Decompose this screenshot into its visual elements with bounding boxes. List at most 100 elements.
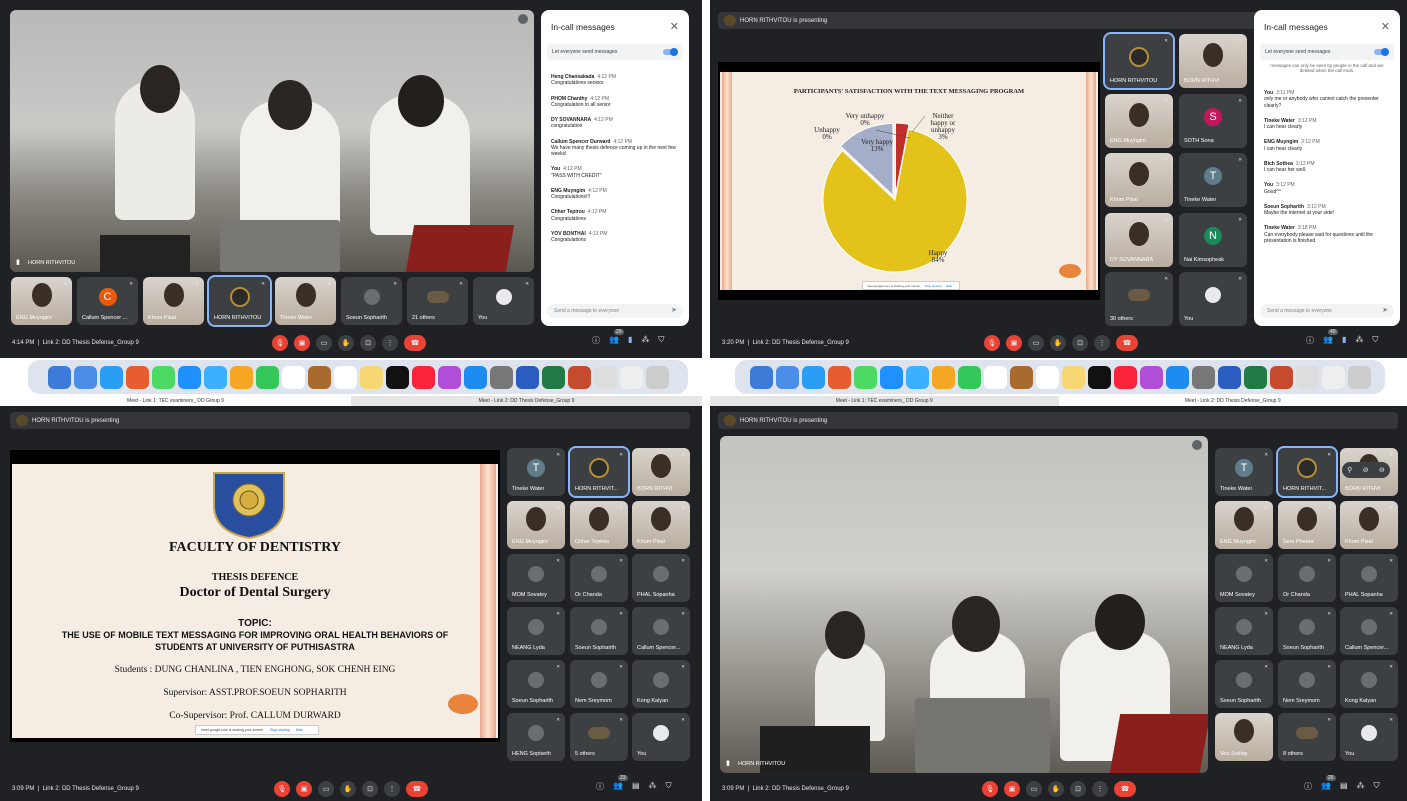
- allow-messages-toggle[interactable]: Let everyone send messages: [547, 44, 683, 60]
- participant-tile[interactable]: C ✕ Callum Spencer ...: [77, 277, 138, 325]
- participant-tile[interactable]: ✕ Soeun Sopharith: [1215, 660, 1273, 708]
- participant-tile[interactable]: ✕ You: [1179, 272, 1247, 326]
- dock-app-icon[interactable]: [749, 365, 773, 389]
- dock-app-icon[interactable]: [1321, 365, 1345, 389]
- tab-link-2[interactable]: Meet - Link 2: DD Thesis Defense_Group 9: [351, 396, 702, 406]
- participant-tile[interactable]: T ✕ Tineke Water: [1215, 448, 1273, 496]
- participant-tile[interactable]: ✕ Chher Tepirou: [570, 501, 628, 549]
- participant-tile[interactable]: ✕ BORN RITHVI: [1179, 34, 1247, 88]
- message-input[interactable]: Send a message to everyone ➤: [1260, 304, 1394, 318]
- tab-link-2[interactable]: Meet - Link 2: DD Thesis Defense_Group 9: [1058, 396, 1407, 406]
- dock-app-icon[interactable]: [203, 365, 227, 389]
- leave-call-button[interactable]: ☎: [1116, 335, 1138, 351]
- mic-off-button[interactable]: 🎙: [274, 781, 290, 797]
- participant-tile[interactable]: ✕ Kong Kalyan: [1340, 660, 1398, 708]
- participant-tile[interactable]: ✕ You: [632, 713, 690, 761]
- participant-tile[interactable]: ✕ Vou Soklay: [1215, 713, 1273, 761]
- dock-app-icon[interactable]: [593, 365, 617, 389]
- participant-tile[interactable]: ✕ Soeun Sopharith: [341, 277, 402, 325]
- participant-tile[interactable]: ✕ Khom Pisal: [632, 501, 690, 549]
- participant-tile[interactable]: ✕ You: [1340, 713, 1398, 761]
- dock-app-icon[interactable]: [931, 365, 955, 389]
- participant-tile[interactable]: ✕ Or Chanda: [1278, 554, 1336, 602]
- camera-off-button[interactable]: ▣: [1004, 781, 1020, 797]
- more-options-button[interactable]: ⋮: [1094, 335, 1110, 351]
- more-options-button[interactable]: ⋮: [384, 781, 400, 797]
- participant-tile[interactable]: ✕ 21 others: [407, 277, 468, 325]
- dock-app-icon[interactable]: [853, 365, 877, 389]
- hide-button[interactable]: Hide: [946, 284, 952, 288]
- send-icon[interactable]: ➤: [671, 306, 677, 314]
- present-button[interactable]: ⊡: [360, 335, 376, 351]
- raise-hand-button[interactable]: ✋: [1050, 335, 1066, 351]
- camera-off-button[interactable]: ▣: [1006, 335, 1022, 351]
- dock-app-icon[interactable]: [541, 365, 565, 389]
- participant-tile[interactable]: ✕ HORN RITHVIT...: [568, 446, 630, 498]
- leave-call-button[interactable]: ☎: [406, 781, 428, 797]
- participant-tile[interactable]: ✕ Khom Pisal: [143, 277, 204, 325]
- participant-tile[interactable]: ✕ Nem Sreymom: [570, 660, 628, 708]
- participant-tile[interactable]: ✕ Tineke Water: [275, 277, 336, 325]
- dock-app-icon[interactable]: [905, 365, 929, 389]
- toggle-switch-icon[interactable]: [1374, 48, 1389, 56]
- dock-app-icon[interactable]: [1191, 365, 1215, 389]
- more-options-button[interactable]: ⋮: [1092, 781, 1108, 797]
- participant-tile[interactable]: ✕ BORN RITHVI: [632, 448, 690, 496]
- captions-button[interactable]: ▭: [318, 781, 334, 797]
- dock-app-icon[interactable]: [333, 365, 357, 389]
- raise-hand-button[interactable]: ✋: [340, 781, 356, 797]
- tab-link-1[interactable]: Meet - Link 1: TEC examiners_ DD Group 9: [0, 396, 351, 406]
- captions-button[interactable]: ▭: [316, 335, 332, 351]
- remove-icon[interactable]: ⊖: [1379, 466, 1385, 474]
- mute-icon[interactable]: ⊘: [1363, 466, 1369, 474]
- info-icon[interactable]: ⓘ: [1304, 781, 1312, 792]
- hide-button[interactable]: Hide: [296, 728, 303, 732]
- participant-tile[interactable]: ✕ MOM Sovatey: [1215, 554, 1273, 602]
- leave-call-button[interactable]: ☎: [1114, 781, 1136, 797]
- dock-app-icon[interactable]: [1217, 365, 1241, 389]
- participant-tile[interactable]: ✕ Sem Pheara: [1278, 501, 1336, 549]
- host-controls-icon[interactable]: ⛉: [658, 335, 664, 346]
- dock-app-icon[interactable]: [307, 365, 331, 389]
- chat-icon[interactable]: ▤: [632, 781, 640, 792]
- activities-icon[interactable]: ⁂: [649, 781, 657, 792]
- people-icon[interactable]: 👥 29: [609, 329, 624, 346]
- participant-tile[interactable]: ✕ You: [473, 277, 534, 325]
- activities-icon[interactable]: ⁂: [1357, 781, 1365, 792]
- participant-tile[interactable]: ✕ 5 others: [570, 713, 628, 761]
- participant-tile[interactable]: T ✕ Tineke Water: [1179, 153, 1247, 207]
- dock-app-icon[interactable]: [1269, 365, 1293, 389]
- camera-off-button[interactable]: ▣: [294, 335, 310, 351]
- close-icon[interactable]: ✕: [1381, 20, 1390, 33]
- tab-link-1[interactable]: Meet - Link 1: TEC examiners_ DD Group 9: [710, 396, 1059, 406]
- dock-app-icon[interactable]: [47, 365, 71, 389]
- mic-off-button[interactable]: 🎙: [982, 781, 998, 797]
- people-icon[interactable]: 👥 40: [1323, 329, 1338, 346]
- participant-tile[interactable]: ✕ NEANG Lyda: [1215, 607, 1273, 655]
- dock-app-icon[interactable]: [645, 365, 669, 389]
- participant-tile[interactable]: ✕ ENG Muyngim: [11, 277, 72, 325]
- dock-app-icon[interactable]: [1035, 365, 1059, 389]
- host-controls-icon[interactable]: ⛉: [1374, 781, 1380, 792]
- chat-icon[interactable]: ▮: [1342, 335, 1346, 346]
- host-controls-icon[interactable]: ⛉: [1372, 335, 1378, 346]
- dock-app-icon[interactable]: [177, 365, 201, 389]
- present-button[interactable]: ⊡: [362, 781, 378, 797]
- participant-tile[interactable]: T ✕ Tineke Water: [507, 448, 565, 496]
- info-icon[interactable]: ⓘ: [596, 781, 604, 792]
- participant-tile[interactable]: ✕ Callum Spencer...: [1340, 607, 1398, 655]
- activities-icon[interactable]: ⁂: [641, 335, 649, 346]
- camera-off-button[interactable]: ▣: [296, 781, 312, 797]
- more-options-button[interactable]: ⋮: [382, 335, 398, 351]
- allow-messages-toggle[interactable]: Let everyone send messages: [1260, 44, 1394, 60]
- participant-tile[interactable]: ✕ Kong Kalyan: [632, 660, 690, 708]
- send-icon[interactable]: ➤: [1382, 306, 1388, 314]
- more-options-icon[interactable]: [1192, 440, 1202, 450]
- dock-app-icon[interactable]: [99, 365, 123, 389]
- dock-app-icon[interactable]: [385, 365, 409, 389]
- captions-button[interactable]: ▭: [1026, 781, 1042, 797]
- dock-app-icon[interactable]: [983, 365, 1007, 389]
- toggle-switch-icon[interactable]: [663, 48, 678, 56]
- dock-app-icon[interactable]: [1295, 365, 1319, 389]
- info-icon[interactable]: ⓘ: [592, 335, 600, 346]
